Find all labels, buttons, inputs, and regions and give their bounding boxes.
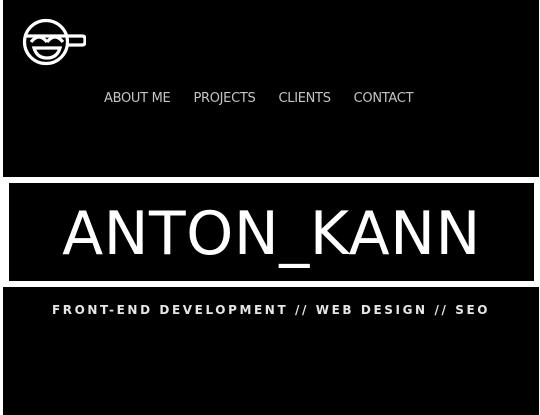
hero-title: ANTON_KANN bbox=[62, 199, 481, 269]
hero-banner: ANTON_KANN bbox=[3, 177, 539, 287]
hero-banner-inner: ANTON_KANN bbox=[9, 183, 534, 281]
main-nav: ABOUT ME PROJECTS CLIENTS CONTACT bbox=[104, 90, 414, 108]
logo-icon[interactable] bbox=[22, 17, 87, 67]
nav-contact[interactable]: CONTACT bbox=[354, 90, 414, 108]
nav-clients[interactable]: CLIENTS bbox=[278, 90, 330, 108]
nav-about-me[interactable]: ABOUT ME bbox=[104, 90, 171, 108]
hero-tagline: FRONT-END DEVELOPMENT // WEB DESIGN // S… bbox=[51, 303, 491, 317]
page: ABOUT ME PROJECTS CLIENTS CONTACT ANTON_… bbox=[3, 0, 539, 415]
nav-projects[interactable]: PROJECTS bbox=[193, 90, 255, 108]
